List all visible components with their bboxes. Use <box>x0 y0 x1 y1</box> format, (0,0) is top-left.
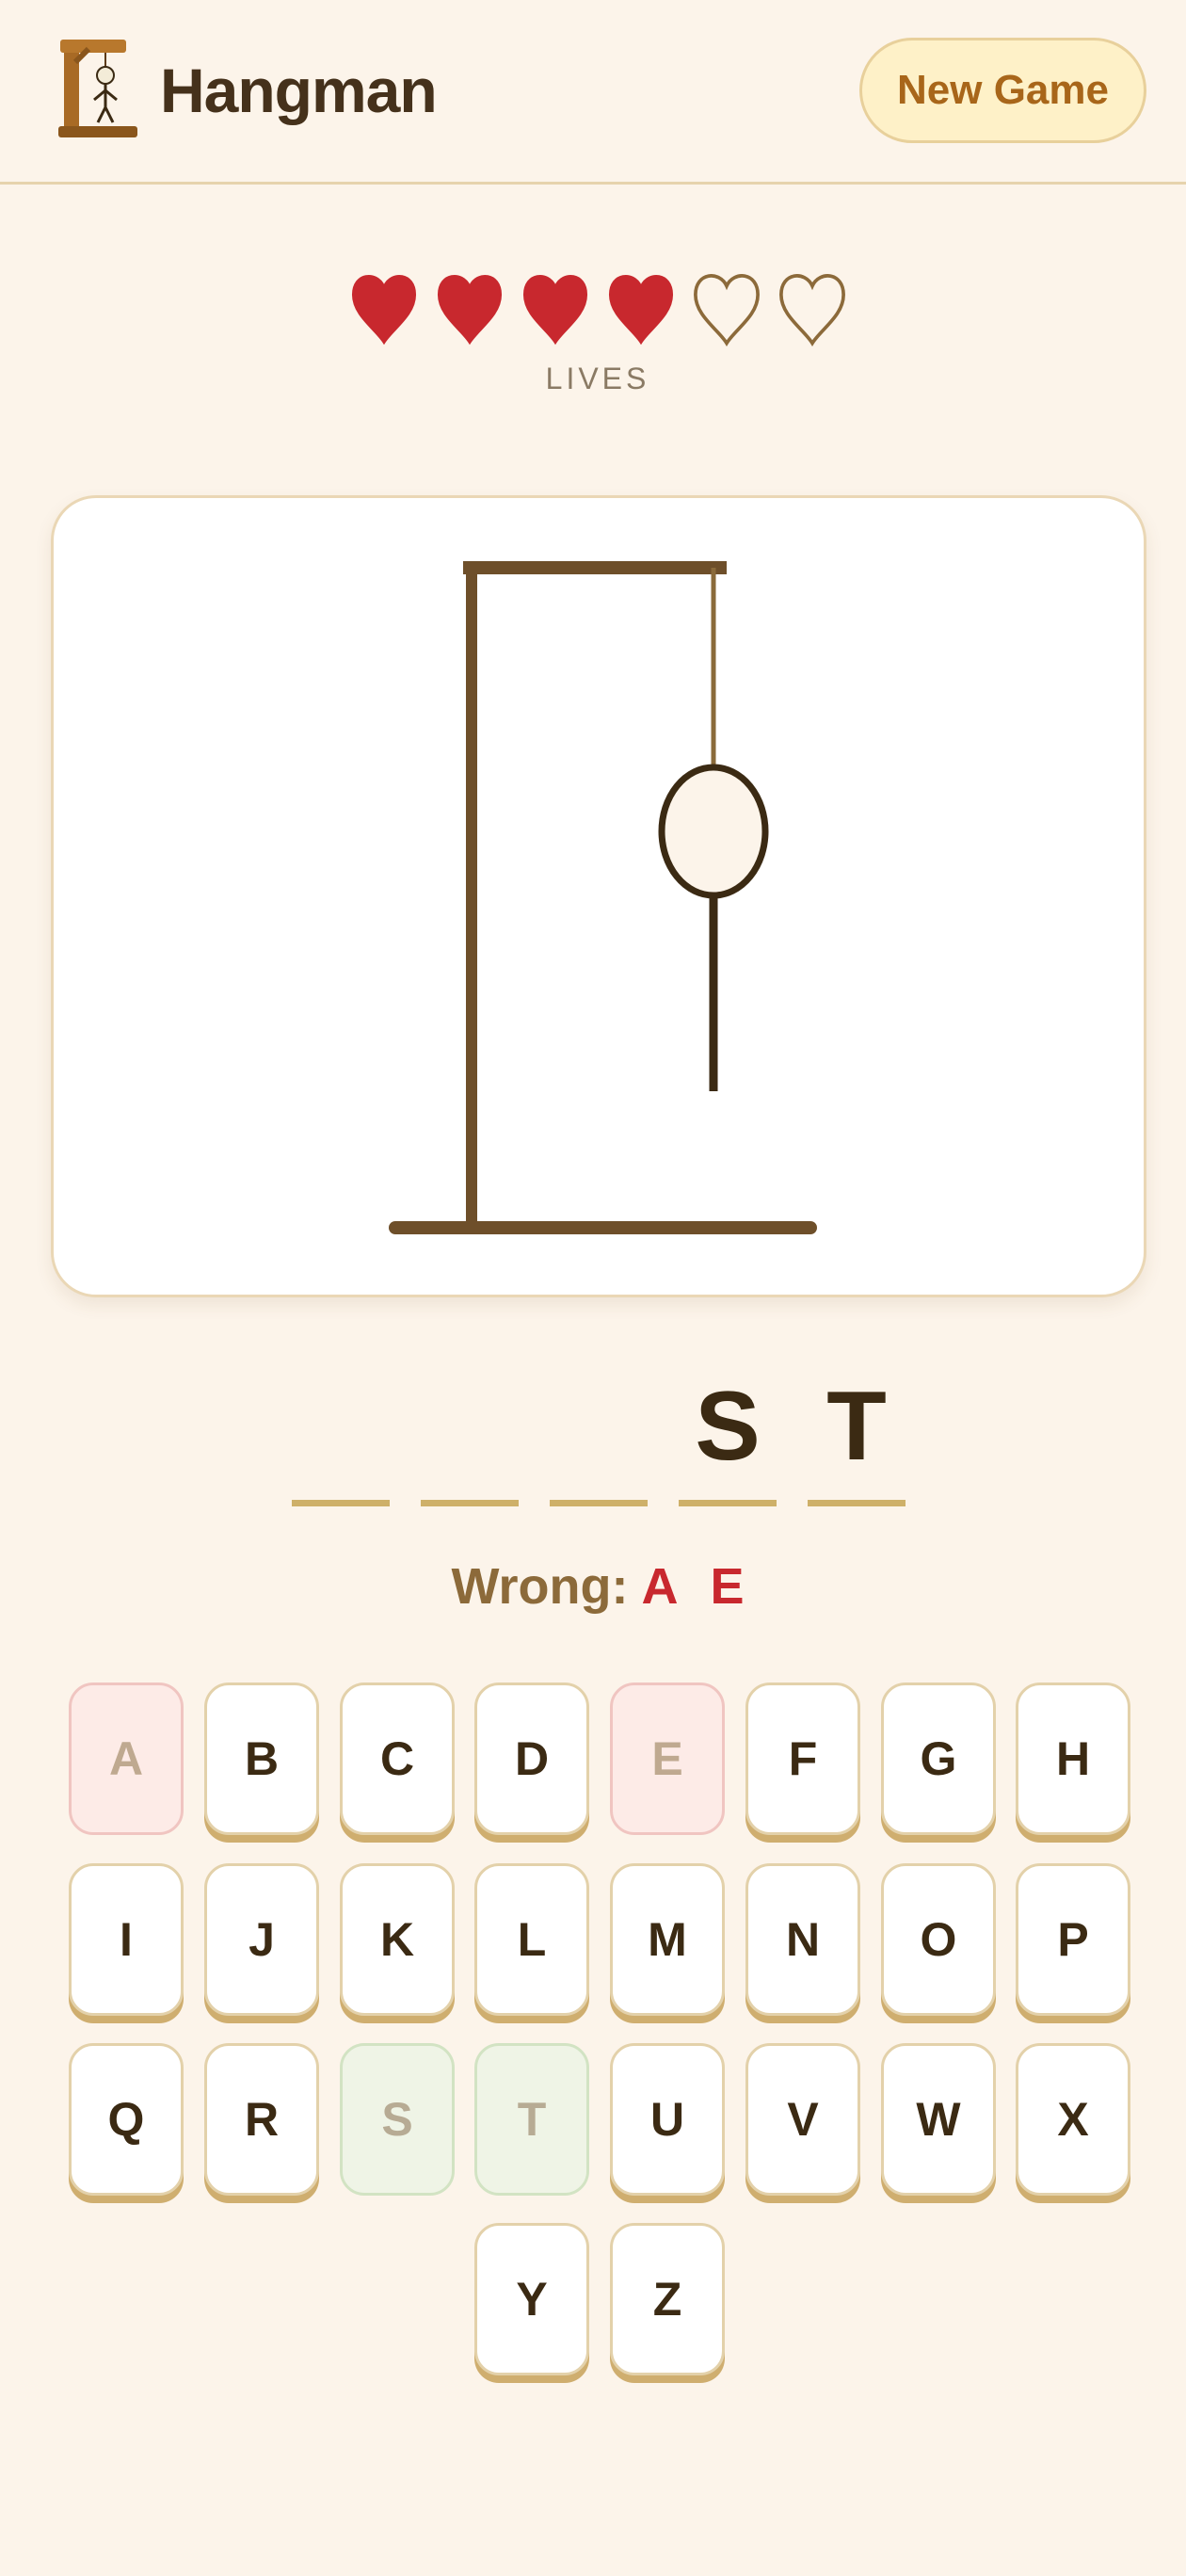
key-h[interactable]: H <box>1016 1682 1130 1835</box>
key-m[interactable]: M <box>610 1863 725 2016</box>
heart-full-icon <box>351 274 417 346</box>
key-o[interactable]: O <box>881 1863 996 2016</box>
wrong-guesses: Wrong: A E <box>0 1557 1186 1616</box>
key-f[interactable]: F <box>745 1682 860 1835</box>
key-d[interactable]: D <box>474 1682 589 1835</box>
key-u[interactable]: U <box>610 2043 725 2196</box>
heart-empty-icon <box>694 274 760 346</box>
key-j[interactable]: J <box>204 1863 319 2016</box>
key-k[interactable]: K <box>340 1863 455 2016</box>
heart-full-icon <box>608 274 674 346</box>
letter-slot <box>550 1356 648 1506</box>
new-game-button[interactable]: New Game <box>859 38 1146 143</box>
heart-full-icon <box>437 274 503 346</box>
letter-slot: T <box>808 1356 906 1506</box>
key-x[interactable]: X <box>1016 2043 1130 2196</box>
wrong-label: Wrong: <box>451 1558 629 1615</box>
letter-slot <box>421 1356 519 1506</box>
lives-label: LIVES <box>545 362 650 395</box>
app-title: Hangman <box>160 56 438 125</box>
key-z[interactable]: Z <box>610 2223 725 2375</box>
key-b[interactable]: B <box>204 1682 319 1835</box>
app-header: Hangman New Game <box>0 0 1186 185</box>
key-y[interactable]: Y <box>474 2223 589 2375</box>
key-w[interactable]: W <box>881 2043 996 2196</box>
key-c[interactable]: C <box>340 1682 455 1835</box>
key-r[interactable]: R <box>204 2043 319 2196</box>
heart-empty-icon <box>779 274 845 346</box>
key-t: T <box>474 2043 589 2196</box>
heart-full-icon <box>522 274 588 346</box>
wrong-letter: E <box>710 1558 745 1615</box>
key-g[interactable]: G <box>881 1682 996 1835</box>
letter-slot: S <box>679 1356 777 1506</box>
word-slots: S T <box>292 1356 909 1516</box>
key-l[interactable]: L <box>474 1863 589 2016</box>
wrong-letter: A <box>641 1558 679 1615</box>
letter-slot <box>292 1356 390 1506</box>
gallows-logo-icon <box>58 40 137 137</box>
key-i[interactable]: I <box>69 1863 184 2016</box>
key-e: E <box>610 1682 725 1835</box>
hangman-drawing <box>389 561 817 1234</box>
key-s: S <box>340 2043 455 2196</box>
lives-hearts <box>351 274 845 346</box>
figure-head <box>658 764 769 899</box>
key-a: A <box>69 1682 184 1835</box>
key-q[interactable]: Q <box>69 2043 184 2196</box>
key-n[interactable]: N <box>745 1863 860 2016</box>
key-v[interactable]: V <box>745 2043 860 2196</box>
hangman-board <box>51 495 1146 1297</box>
key-p[interactable]: P <box>1016 1863 1130 2016</box>
